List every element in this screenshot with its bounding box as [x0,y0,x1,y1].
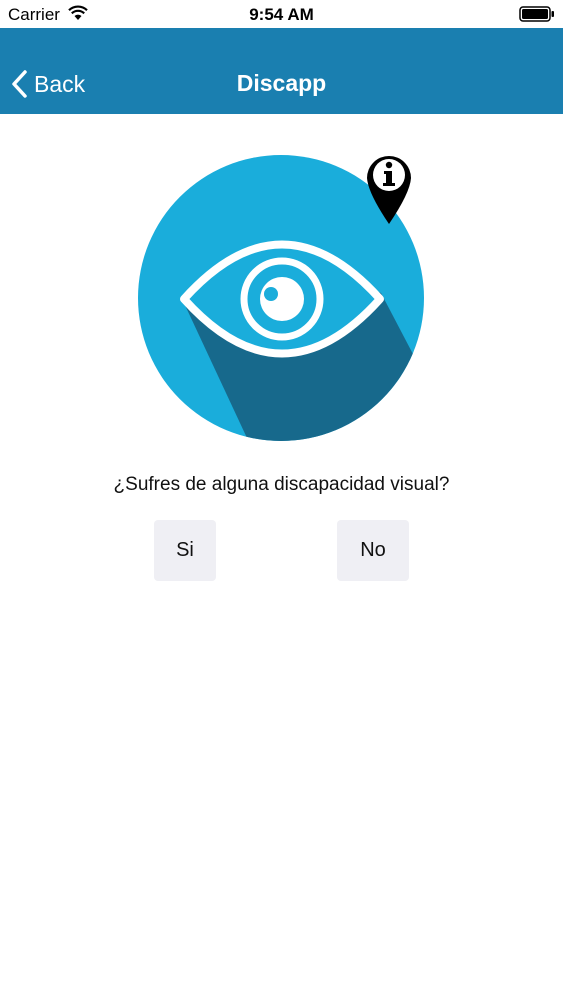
yes-button[interactable]: Si [154,520,216,581]
status-time: 9:54 AM [249,5,314,24]
page-title: Discapp [236,70,327,96]
battery-icon [519,6,554,22]
question-text: ¿Sufres de alguna discapacidad visual? [113,474,450,495]
navigation-bar: Back Discapp [0,28,563,114]
app-logo [138,155,424,441]
no-button[interactable]: No [337,520,409,581]
status-bar: Carrier 9:54 AM [0,0,563,28]
